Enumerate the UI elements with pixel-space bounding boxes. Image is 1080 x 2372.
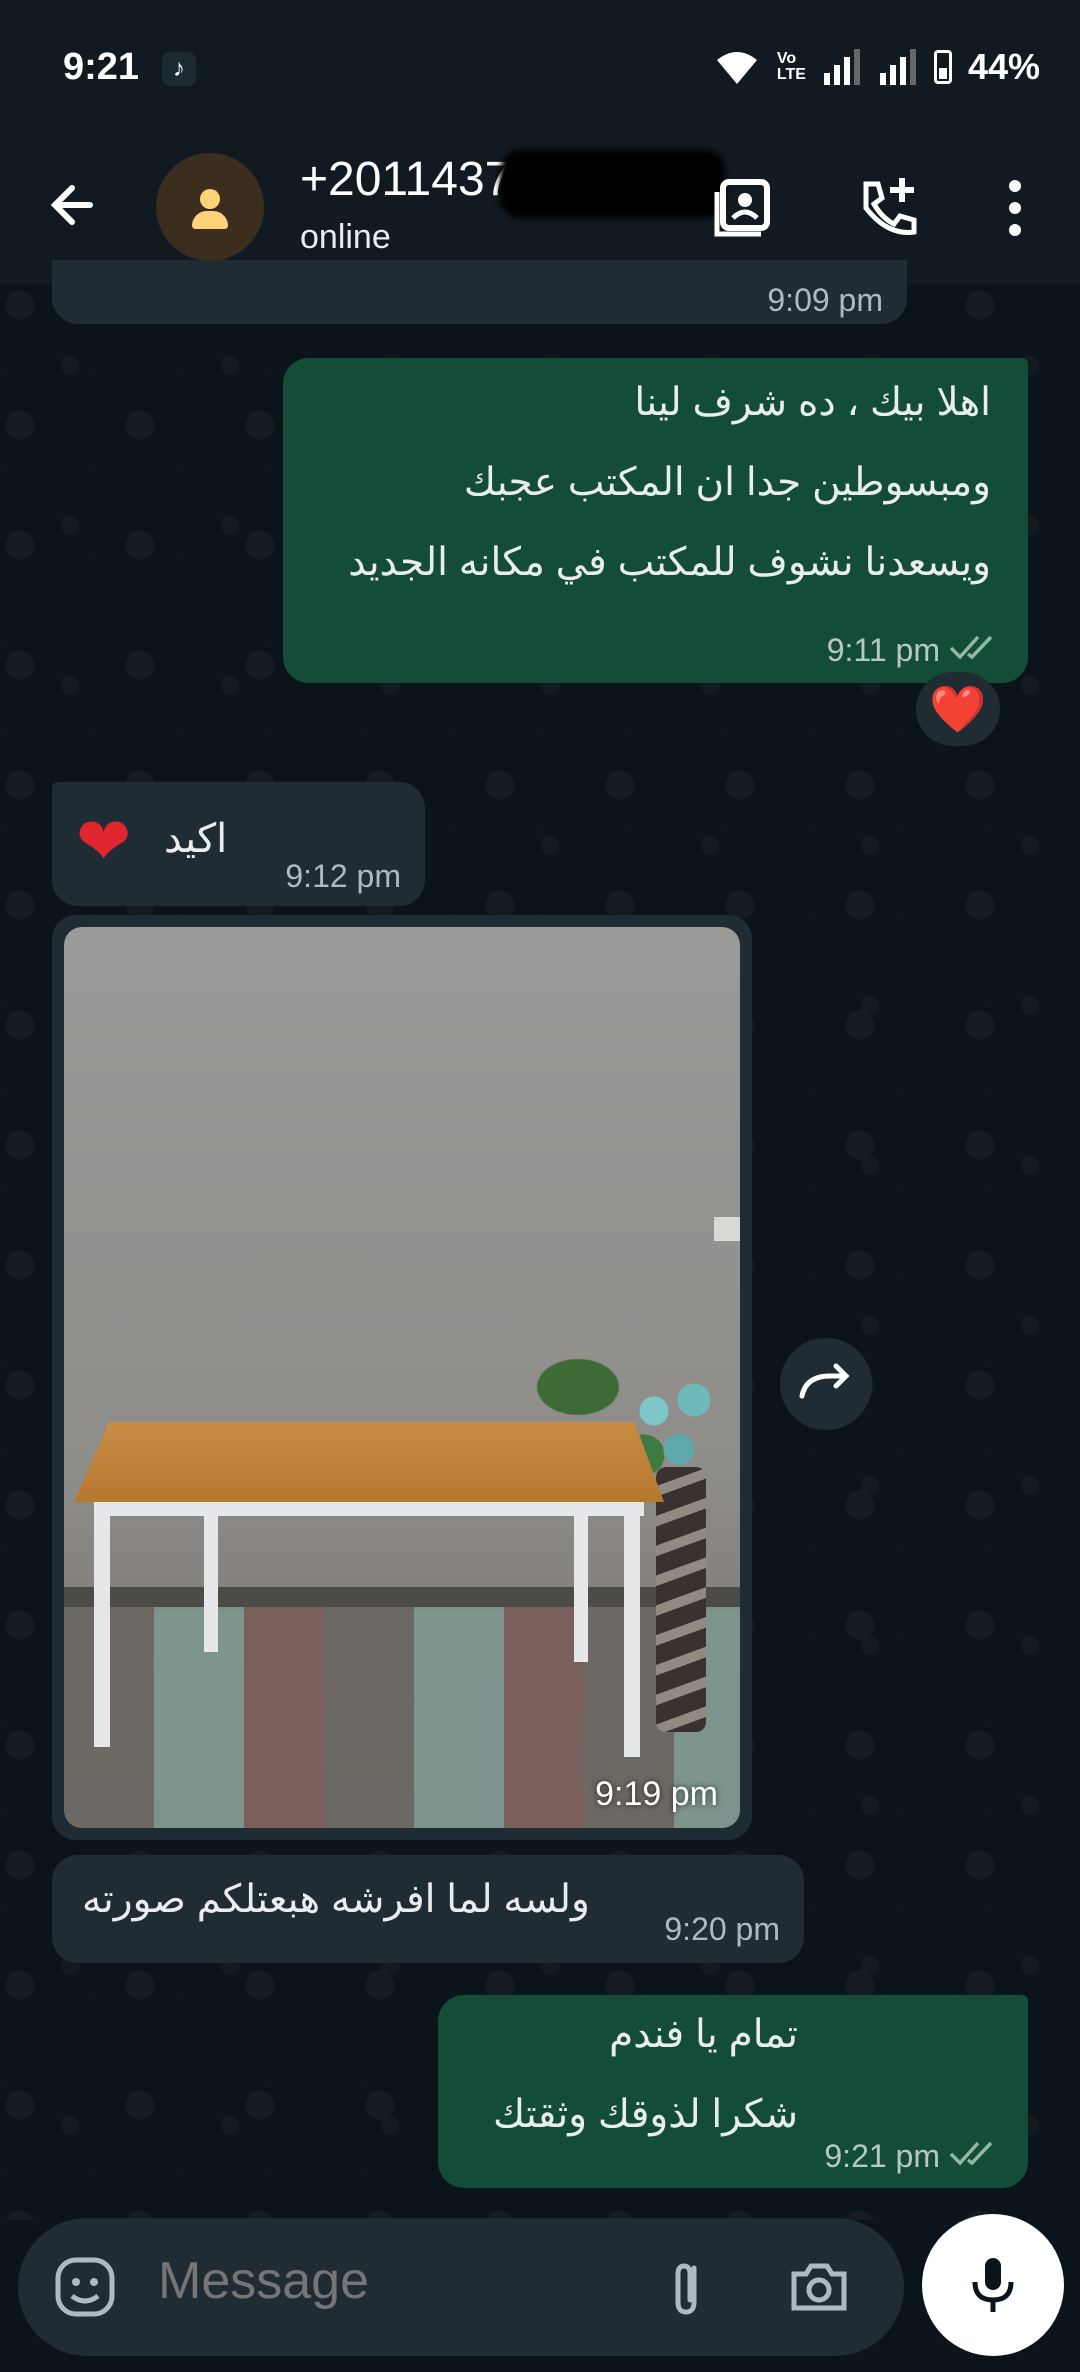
add-call-icon[interactable] [848,168,928,248]
battery-icon [933,50,952,84]
redaction-mark [500,150,725,218]
message-text: اكيد [164,817,228,861]
arrow-left-icon[interactable] [38,170,108,240]
wifi-icon [716,52,757,84]
message-bubble-incoming[interactable]: ولسه لما افرشه هبعتلكم صورته 9:20 pm [52,1855,804,1963]
message-time: 9:11 pm [826,632,940,668]
avatar[interactable] [156,153,264,261]
contact-status: online [300,218,391,256]
paperclip-icon[interactable] [654,2252,724,2322]
tiktok-icon: ♪ [162,52,196,86]
message-time: 9:19 pm [595,1775,718,1813]
mic-icon [972,2258,1014,2312]
message-bubble-incoming[interactable]: ❤ اكيد 9:12 pm [52,782,425,906]
message-time: 9:12 pm [285,858,401,894]
message-text: تمام يا فندم شكرا لذوقك وثقتك [493,2013,798,2136]
message-time: 9:09 pm [767,282,883,318]
status-indicators: Vo LTE 44% [713,46,1040,88]
signal-2-icon [879,49,916,85]
signal-1-icon [823,49,860,85]
volte-indicator: Vo LTE [776,50,806,83]
message-bubble-outgoing[interactable]: تمام يا فندم شكرا لذوقك وثقتك 9:21 pm [438,1995,1028,2188]
status-time: 9:21 [63,46,140,88]
message-time: 9:20 pm [664,1911,780,1947]
heart-emoji: ❤ [76,804,132,878]
forward-icon[interactable] [780,1338,872,1430]
message-bubble-outgoing[interactable]: اهلا بيك ، ده شرف لينا ومبسوطين جدا ان ا… [283,358,1028,683]
desk [74,1422,664,1502]
message-bubble-incoming[interactable]: 9:09 pm [52,260,907,324]
desk-photo[interactable]: 9:19 pm [64,927,740,1828]
status-bar: 9:21 ♪ Vo LTE 44% [0,0,1080,140]
message-text: اهلا بيك ، ده شرف لينا ومبسوطين جدا ان ا… [348,381,991,584]
contact-card-icon[interactable] [705,168,785,248]
reaction-badge[interactable]: ❤️ [916,672,1000,746]
mic-button[interactable] [922,2214,1064,2356]
message-composer [18,2218,904,2356]
person-icon [200,189,220,209]
double-check-icon [949,2141,993,2166]
more-vert-icon[interactable] [975,168,1055,248]
sticker-icon[interactable] [50,2252,120,2322]
camera-icon[interactable] [784,2252,854,2322]
double-check-icon [949,635,993,660]
message-text: ولسه لما افرشه هبعتلكم صورته [82,1878,590,1921]
image-message[interactable]: 9:19 pm [52,915,752,1840]
battery-level: 44% [967,46,1040,87]
message-input[interactable] [156,2250,640,2312]
message-time: 9:21 pm [824,2138,940,2174]
contact-name[interactable]: +2011437 [300,152,511,207]
